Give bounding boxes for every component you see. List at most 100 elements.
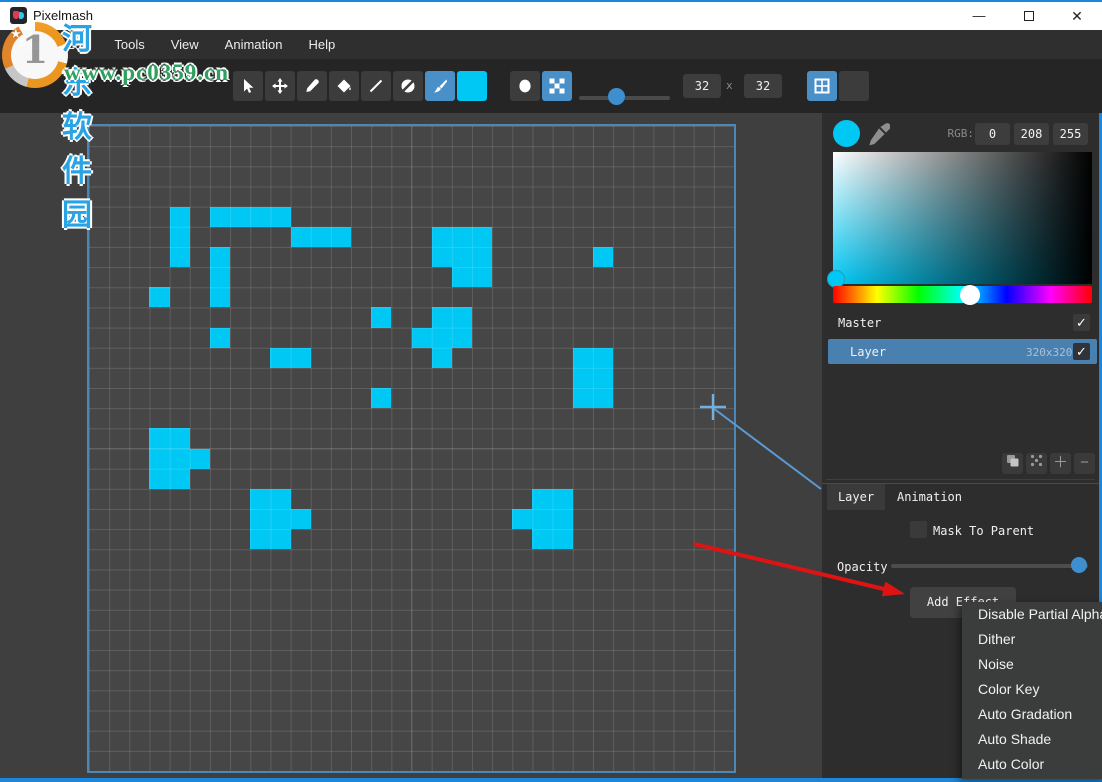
pixel-cell[interactable] bbox=[331, 227, 351, 247]
pixel-cell[interactable] bbox=[270, 509, 290, 529]
hue-slider-handle[interactable] bbox=[960, 285, 980, 305]
menu-animation[interactable]: Animation bbox=[212, 30, 296, 59]
pixel-cell[interactable] bbox=[170, 449, 190, 469]
grid-toggle-button[interactable] bbox=[807, 71, 837, 101]
master-layer-row[interactable]: Master ✓ bbox=[822, 310, 1099, 336]
add-layer-button[interactable]: ＋ bbox=[1050, 453, 1071, 474]
pixel-cell[interactable] bbox=[291, 509, 311, 529]
minimize-button[interactable]: — bbox=[958, 2, 1000, 30]
rgb-red-value[interactable]: 0 bbox=[975, 123, 1010, 145]
menu-tools[interactable]: Tools bbox=[101, 30, 157, 59]
opacity-slider-track[interactable] bbox=[891, 564, 1088, 568]
pixel-cell[interactable] bbox=[532, 489, 552, 509]
menu-help[interactable]: Help bbox=[295, 30, 348, 59]
pixel-cell[interactable] bbox=[452, 307, 472, 327]
opacity-slider-thumb[interactable] bbox=[1071, 557, 1087, 573]
pixel-cell[interactable] bbox=[532, 529, 552, 549]
pixel-cell[interactable] bbox=[432, 227, 452, 247]
pixel-cell[interactable] bbox=[149, 428, 169, 448]
invert-tool-button[interactable] bbox=[393, 71, 423, 101]
pixel-cell[interactable] bbox=[573, 368, 593, 388]
remove-layer-button[interactable]: − bbox=[1074, 453, 1095, 474]
pixel-cell[interactable] bbox=[170, 247, 190, 267]
pixel-cell[interactable] bbox=[170, 428, 190, 448]
pixel-cell[interactable] bbox=[472, 267, 492, 287]
pixel-cell[interactable] bbox=[452, 247, 472, 267]
layer-visibility-checkbox[interactable]: ✓ bbox=[1073, 343, 1090, 360]
current-color-circle[interactable] bbox=[833, 120, 860, 147]
canvas-width-input[interactable] bbox=[683, 74, 721, 98]
pixel-cell[interactable] bbox=[250, 509, 270, 529]
pixel-cell[interactable] bbox=[210, 267, 230, 287]
pixel-canvas[interactable] bbox=[87, 124, 736, 773]
current-color-swatch[interactable] bbox=[457, 71, 487, 101]
pixel-cell[interactable] bbox=[452, 227, 472, 247]
mask-to-parent-checkbox[interactable] bbox=[910, 521, 927, 538]
pixel-cell[interactable] bbox=[371, 307, 391, 327]
arrange-layer-button[interactable] bbox=[1026, 453, 1047, 474]
pixel-cell[interactable] bbox=[371, 388, 391, 408]
effect-item-noise[interactable]: Noise bbox=[962, 652, 1102, 677]
pixel-cell[interactable] bbox=[149, 449, 169, 469]
pixel-cell[interactable] bbox=[291, 227, 311, 247]
pixel-cell[interactable] bbox=[250, 489, 270, 509]
effect-item-disable-partial-alpha[interactable]: Disable Partial Alpha bbox=[962, 602, 1102, 627]
pixel-cell[interactable] bbox=[270, 529, 290, 549]
menu-edit[interactable]: Edit bbox=[53, 30, 101, 59]
effect-item-auto-gradation[interactable]: Auto Gradation bbox=[962, 702, 1102, 727]
menu-file[interactable]: File bbox=[6, 30, 53, 59]
pixel-cell[interactable] bbox=[573, 388, 593, 408]
pixel-cell[interactable] bbox=[432, 348, 452, 368]
pixel-cell[interactable] bbox=[452, 328, 472, 348]
pixel-cell[interactable] bbox=[149, 287, 169, 307]
pixel-cell[interactable] bbox=[593, 368, 613, 388]
close-button[interactable]: ✕ bbox=[1056, 2, 1098, 30]
pixel-cell[interactable] bbox=[472, 227, 492, 247]
pixel-cell[interactable] bbox=[573, 348, 593, 368]
layer-row[interactable]: Layer 320x320 ✓ bbox=[828, 339, 1097, 364]
pixel-cell[interactable] bbox=[170, 227, 190, 247]
pixel-cell[interactable] bbox=[270, 207, 290, 227]
pixel-cell[interactable] bbox=[291, 348, 311, 368]
effect-item-auto-shade[interactable]: Auto Shade bbox=[962, 727, 1102, 752]
maximize-button[interactable] bbox=[1008, 2, 1050, 30]
effect-item-auto-color[interactable]: Auto Color bbox=[962, 752, 1102, 777]
pixel-cell[interactable] bbox=[311, 227, 331, 247]
pixel-cell[interactable] bbox=[593, 348, 613, 368]
brush-size-slider-thumb[interactable] bbox=[608, 88, 625, 105]
pixel-cell[interactable] bbox=[250, 207, 270, 227]
rgb-green-value[interactable]: 208 bbox=[1014, 123, 1049, 145]
brush-tool-button[interactable] bbox=[425, 71, 455, 101]
canvas-height-input[interactable] bbox=[744, 74, 782, 98]
pixel-cell[interactable] bbox=[432, 247, 452, 267]
ellipse-brush-button[interactable] bbox=[510, 71, 540, 101]
pixel-cell[interactable] bbox=[190, 449, 210, 469]
pixel-cell[interactable] bbox=[270, 489, 290, 509]
pixel-cell[interactable] bbox=[210, 287, 230, 307]
pixel-cell[interactable] bbox=[512, 509, 532, 529]
menu-view[interactable]: View bbox=[158, 30, 212, 59]
pixel-cell[interactable] bbox=[210, 328, 230, 348]
select-tool-button[interactable] bbox=[233, 71, 263, 101]
blank-toggle-button[interactable] bbox=[839, 71, 869, 101]
pixel-cell[interactable] bbox=[452, 267, 472, 287]
pixel-cell[interactable] bbox=[170, 469, 190, 489]
master-visibility-checkbox[interactable]: ✓ bbox=[1073, 314, 1090, 331]
pixel-cell[interactable] bbox=[432, 328, 452, 348]
pixel-cell[interactable] bbox=[250, 529, 270, 549]
line-tool-button[interactable] bbox=[361, 71, 391, 101]
rgb-blue-value[interactable]: 255 bbox=[1053, 123, 1088, 145]
move-tool-button[interactable] bbox=[265, 71, 295, 101]
pixel-cell[interactable] bbox=[270, 348, 290, 368]
duplicate-layer-button[interactable] bbox=[1002, 453, 1023, 474]
pixel-cell[interactable] bbox=[210, 207, 230, 227]
pixel-cell[interactable] bbox=[532, 509, 552, 529]
pencil-tool-button[interactable] bbox=[297, 71, 327, 101]
pixel-cell[interactable] bbox=[472, 247, 492, 267]
pixel-cell[interactable] bbox=[412, 328, 432, 348]
pixel-cell[interactable] bbox=[210, 247, 230, 267]
fill-tool-button[interactable] bbox=[329, 71, 359, 101]
pixel-cell[interactable] bbox=[553, 489, 573, 509]
pixel-cell[interactable] bbox=[553, 529, 573, 549]
pixel-cell[interactable] bbox=[553, 509, 573, 529]
